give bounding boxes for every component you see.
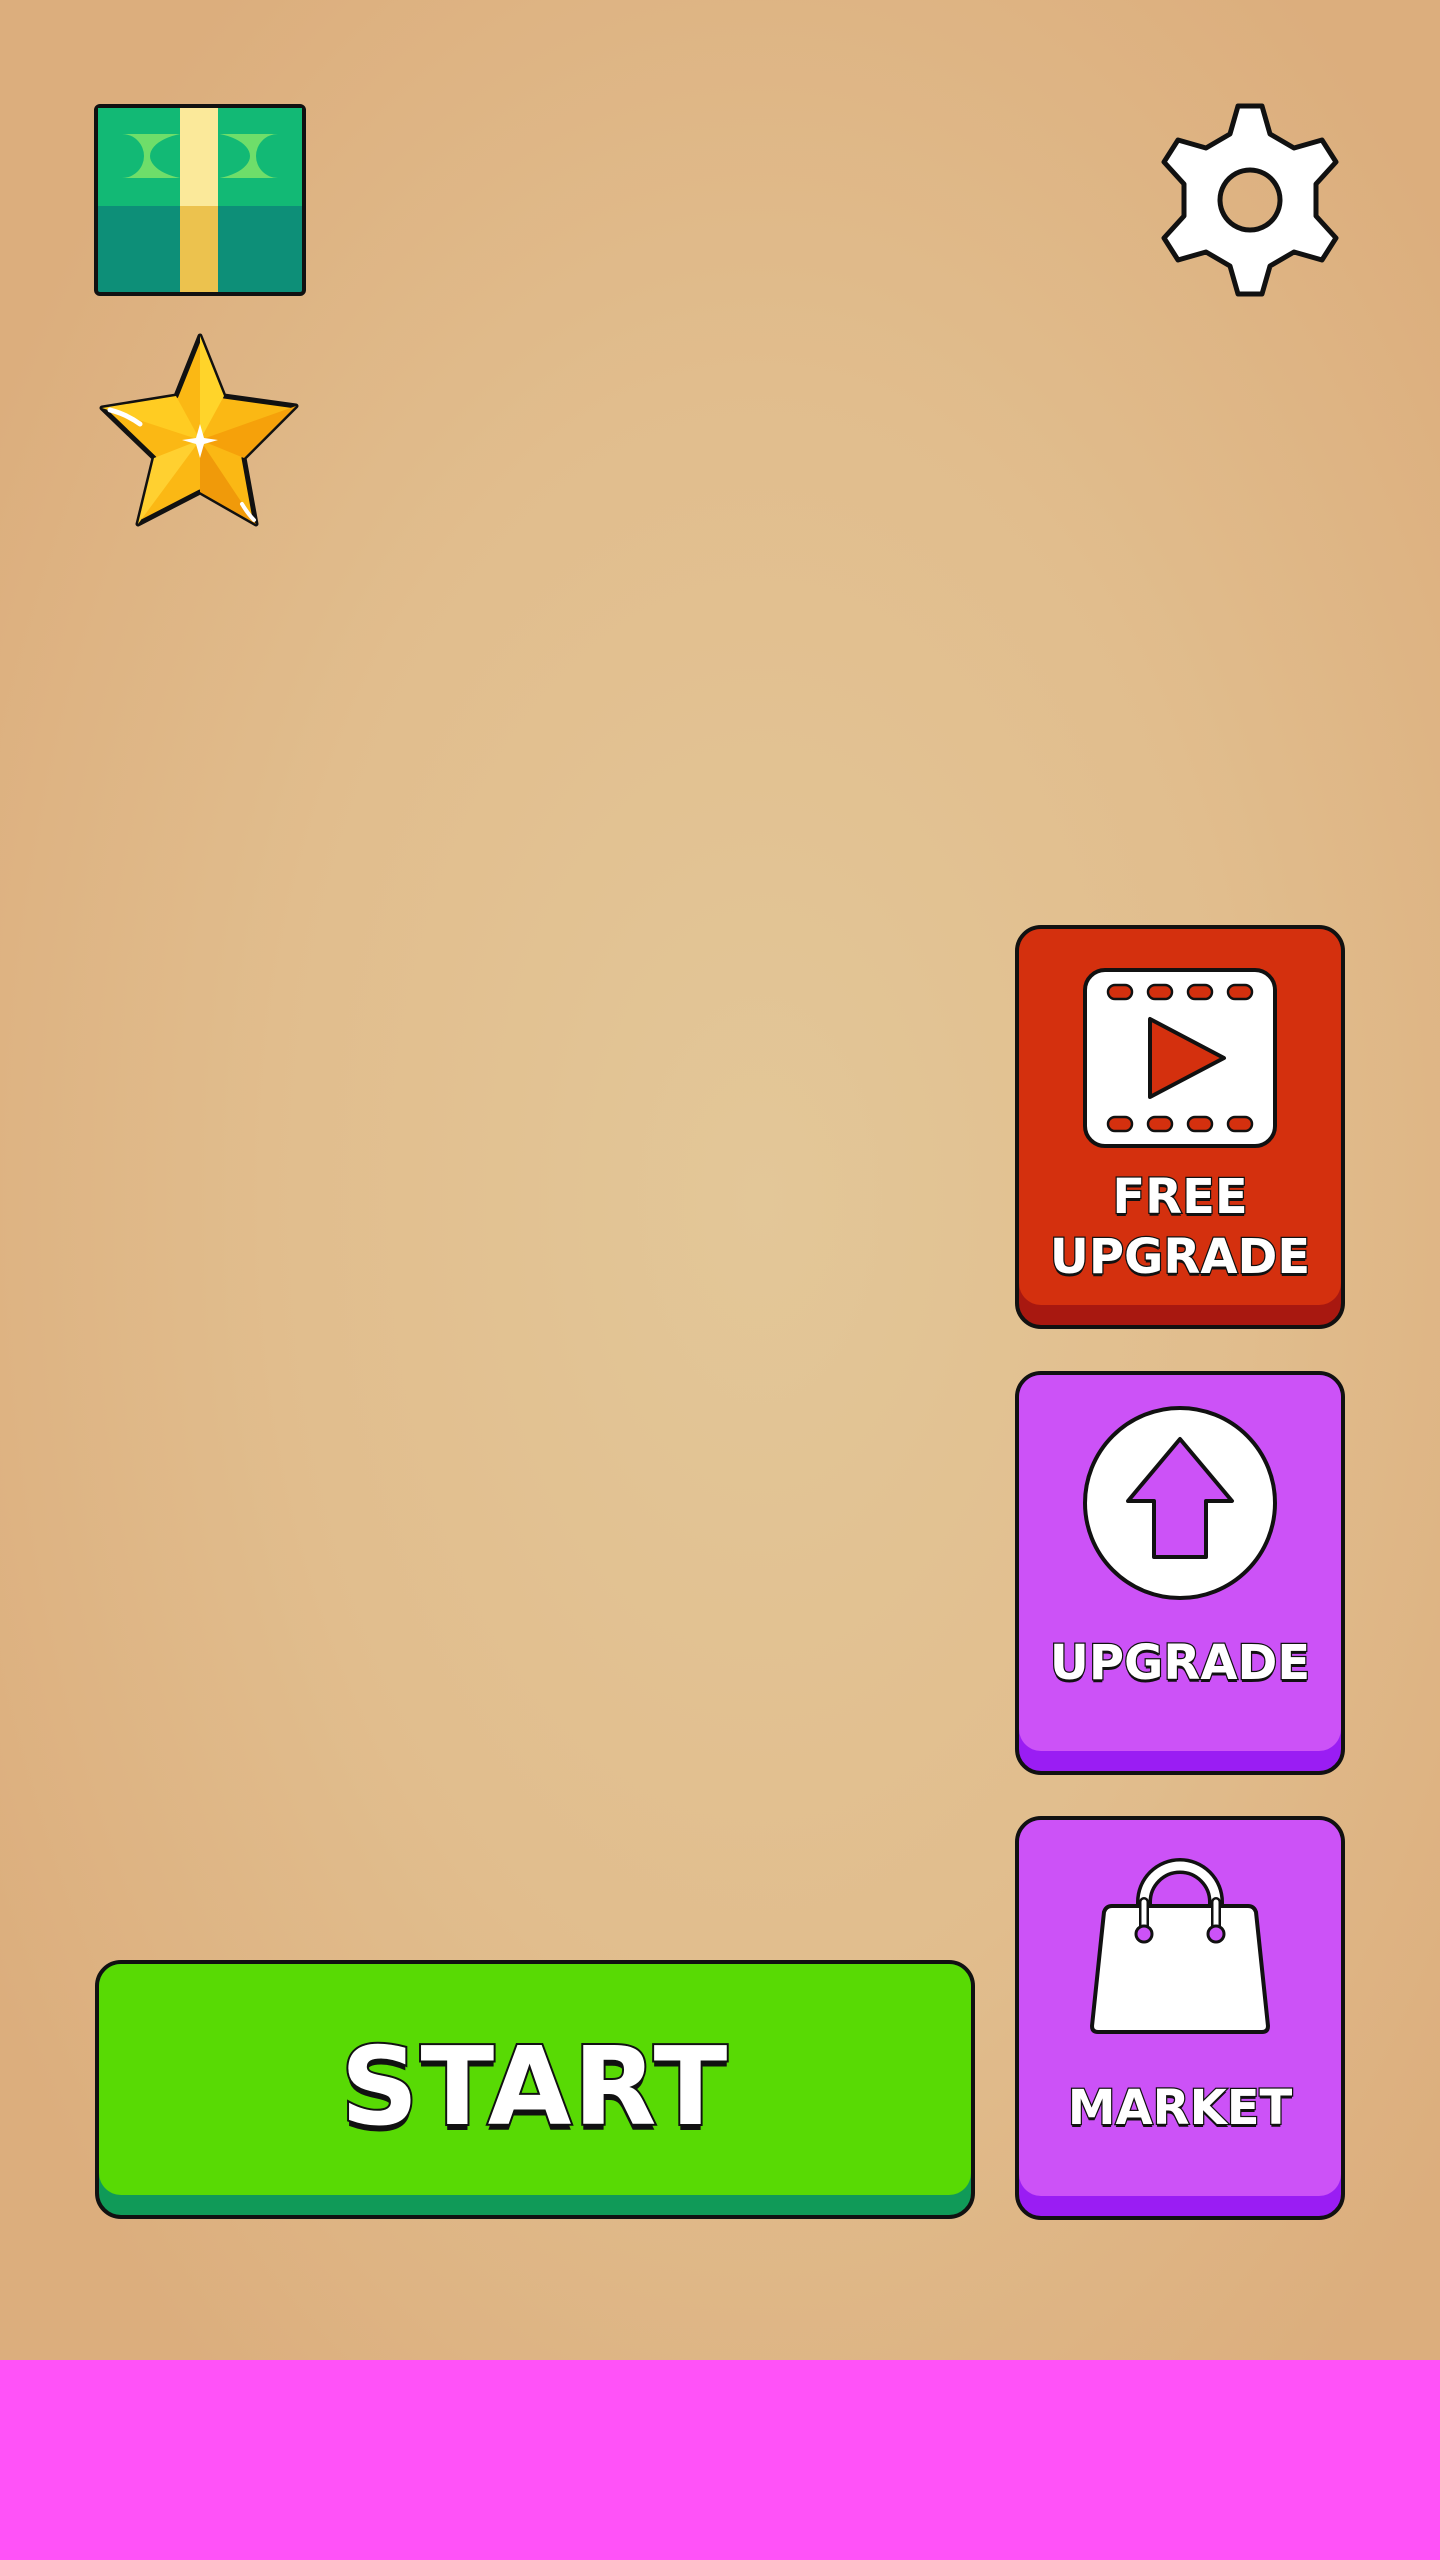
settings-gear-icon[interactable] bbox=[1150, 100, 1350, 300]
market-button-face: MARKET bbox=[1019, 1820, 1341, 2196]
arrow-up-icon bbox=[1019, 1405, 1341, 1601]
market-label: MARKET bbox=[1066, 2079, 1293, 2138]
free-upgrade-label-line1: FREE bbox=[1111, 1168, 1249, 1227]
cash-icon bbox=[94, 104, 306, 296]
video-play-icon bbox=[1019, 967, 1341, 1149]
market-button[interactable]: MARKET bbox=[1015, 1816, 1345, 2220]
start-button-face: START bbox=[99, 1964, 971, 2195]
free-upgrade-label-line2: UPGRADE bbox=[1049, 1228, 1312, 1287]
free-upgrade-button[interactable]: FREE UPGRADE bbox=[1015, 925, 1345, 1329]
upgrade-label: UPGRADE bbox=[1049, 1634, 1312, 1693]
ad-banner[interactable] bbox=[0, 2360, 1440, 2560]
star-icon bbox=[96, 328, 306, 532]
shopping-bag-icon bbox=[1019, 1850, 1341, 2036]
game-menu-screen: FREE UPGRADE UPGRADE MARKET START bbox=[0, 0, 1440, 2560]
free-upgrade-button-face: FREE UPGRADE bbox=[1019, 929, 1341, 1305]
upgrade-button-face: UPGRADE bbox=[1019, 1375, 1341, 1751]
start-button[interactable]: START bbox=[95, 1960, 975, 2219]
start-label: START bbox=[339, 2025, 730, 2150]
upgrade-button[interactable]: UPGRADE bbox=[1015, 1371, 1345, 1775]
